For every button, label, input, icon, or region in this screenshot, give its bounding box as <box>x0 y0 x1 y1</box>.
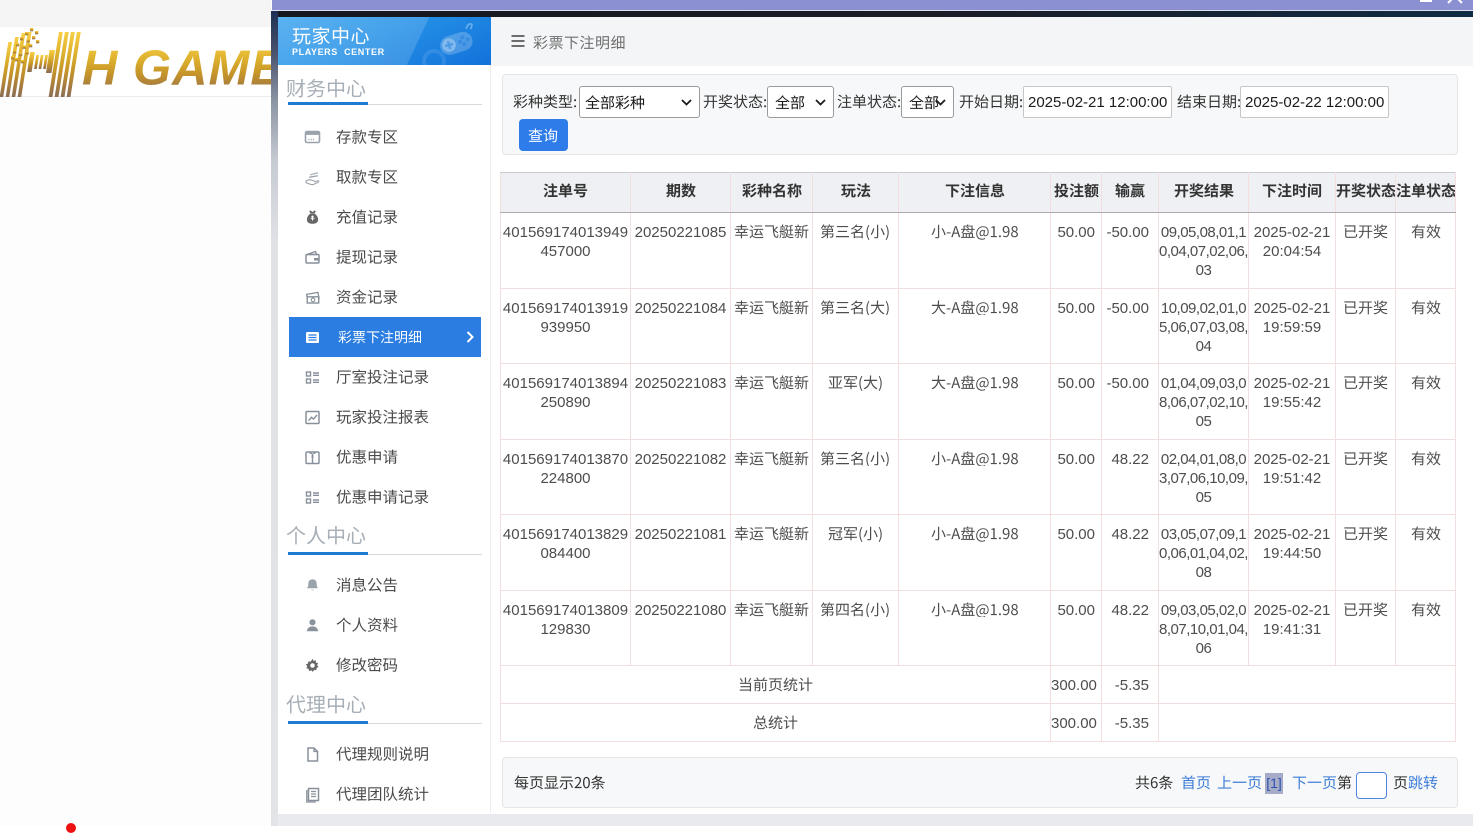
svg-text:H GAME: H GAME <box>82 42 271 96</box>
